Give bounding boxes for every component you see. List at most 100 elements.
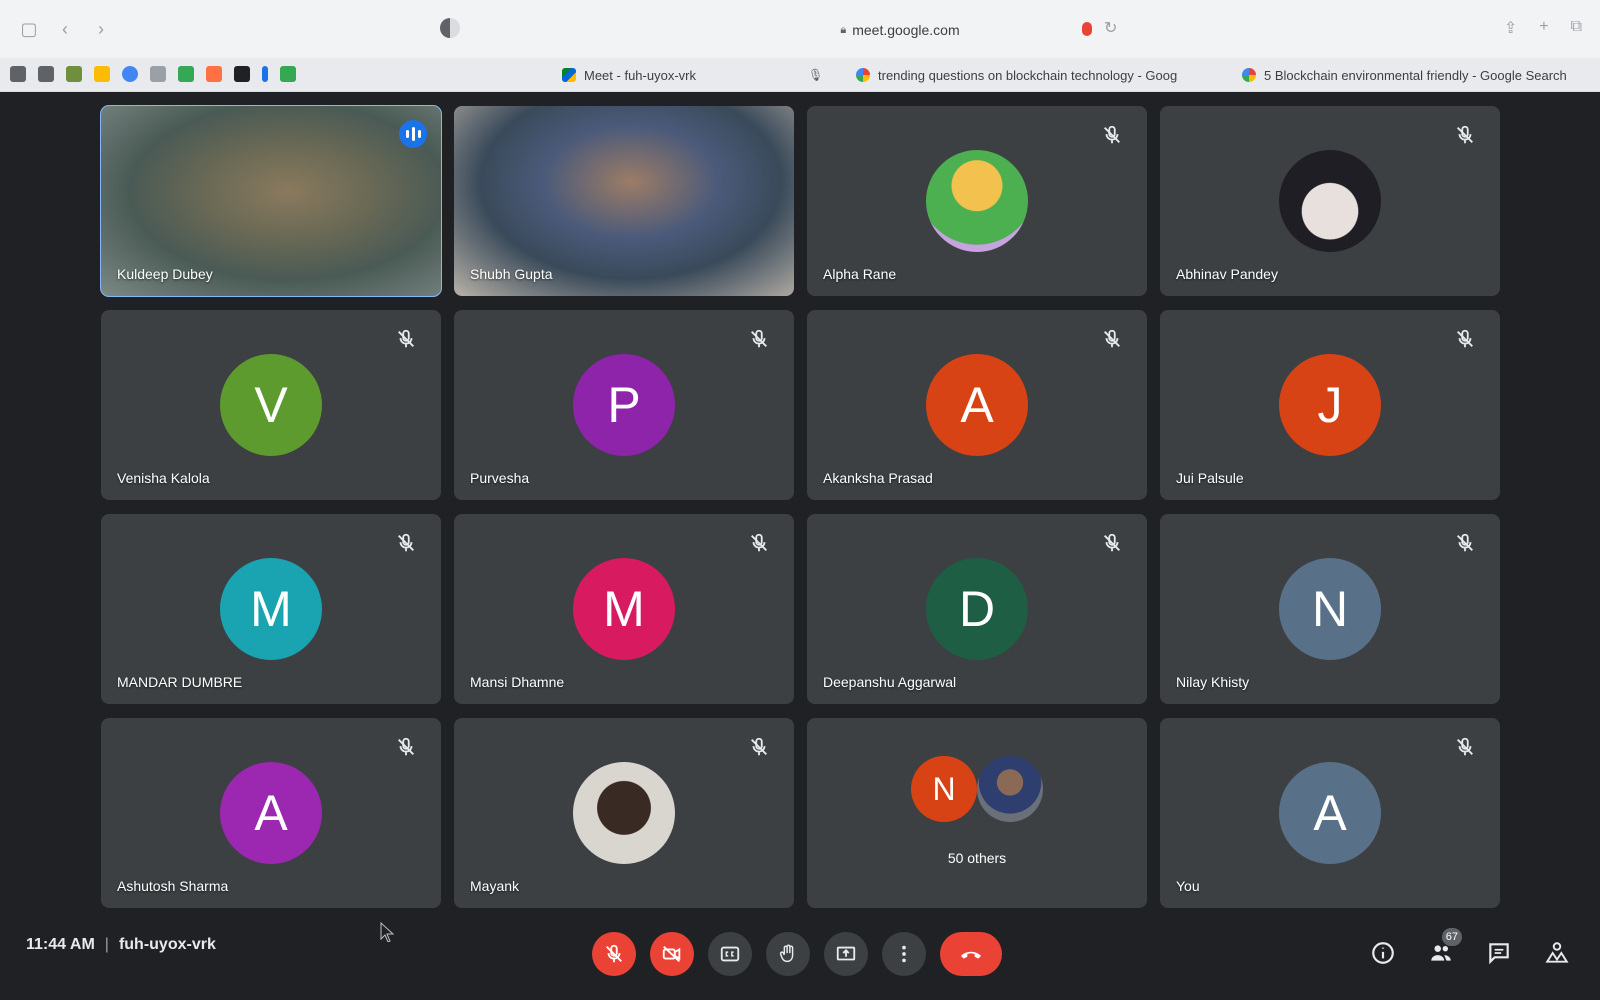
initial-avatar: P — [573, 354, 675, 456]
toggle-microphone-button[interactable] — [592, 932, 636, 976]
meeting-time: 11:44 AM — [26, 936, 95, 953]
initial-avatar: N — [1279, 558, 1381, 660]
present-screen-button[interactable] — [824, 932, 868, 976]
pinned-tab-icon[interactable] — [122, 66, 138, 82]
others-avatars: N — [911, 756, 1043, 822]
mic-muted-icon — [398, 329, 414, 348]
window-nav: ▢ ‹ › — [18, 18, 112, 40]
back-icon[interactable]: ‹ — [54, 18, 76, 40]
pinned-tab-icon[interactable] — [280, 66, 296, 82]
tab-search-blockchain[interactable]: trending questions on blockchain technol… — [856, 64, 1178, 86]
mic-muted-icon — [751, 329, 767, 348]
pinned-tab-icon[interactable] — [234, 66, 250, 82]
participant-tile[interactable]: P Purvesha — [454, 310, 794, 500]
participant-tile[interactable]: A Akanksha Prasad — [807, 310, 1147, 500]
profile-photo — [573, 762, 675, 864]
pinned-tab-icon[interactable] — [94, 66, 110, 82]
people-button[interactable]: 67 — [1426, 928, 1462, 968]
reload-icon[interactable]: ↻ — [1104, 18, 1117, 38]
tab-bar: Meet - fuh-uyox-vrk 🎙︎ trending question… — [0, 58, 1600, 92]
profile-photo — [926, 150, 1028, 252]
meeting-info-separator: | — [104, 936, 109, 953]
self-tile[interactable]: A You — [1160, 718, 1500, 908]
initial-avatar: M — [220, 558, 322, 660]
initial-avatar: A — [220, 762, 322, 864]
toggle-camera-button[interactable] — [650, 932, 694, 976]
meet-stage: Kuldeep Dubey Shubh Gupta Alpha Rane Abh… — [0, 92, 1600, 1000]
participant-tile[interactable]: Alpha Rane — [807, 106, 1147, 296]
meeting-details-button[interactable] — [1368, 938, 1398, 968]
participant-tile[interactable]: J Jui Palsule — [1160, 310, 1500, 500]
tab-meet[interactable]: Meet - fuh-uyox-vrk — [562, 64, 762, 86]
participant-tile[interactable]: M MANDAR DUMBRE — [101, 514, 441, 704]
meeting-info: 11:44 AM | fuh-uyox-vrk — [26, 936, 216, 954]
hand-icon — [779, 944, 794, 963]
profile-photo — [1279, 150, 1381, 252]
tab-search-environment[interactable]: 5 Blockchain environmental friendly - Go… — [1242, 64, 1572, 86]
pinned-tab-icon[interactable] — [150, 66, 166, 82]
participant-tile[interactable]: V Venisha Kalola — [101, 310, 441, 500]
mic-muted-icon — [751, 533, 767, 552]
participant-tile[interactable]: D Deepanshu Aggarwal — [807, 514, 1147, 704]
forward-icon[interactable]: › — [90, 18, 112, 40]
mic-muted-icon — [1457, 737, 1473, 756]
initial-avatar: N — [911, 756, 977, 822]
pinned-tab-icon[interactable] — [206, 66, 222, 82]
meeting-controls-bar: 11:44 AM | fuh-uyox-vrk 67 — [0, 910, 1600, 1000]
mic-muted-icon — [1457, 125, 1473, 144]
participant-tile[interactable]: N Nilay Khisty — [1160, 514, 1500, 704]
participant-name: Mayank — [470, 878, 520, 894]
participant-tile[interactable]: A Ashutosh Sharma — [101, 718, 441, 908]
google-icon — [856, 68, 870, 82]
google-icon — [1242, 68, 1256, 82]
initial-avatar: J — [1279, 354, 1381, 456]
participant-tile[interactable]: Abhinav Pandey — [1160, 106, 1500, 296]
pinned-tab-icon[interactable] — [38, 66, 54, 82]
participant-name: You — [1176, 878, 1200, 894]
participant-name: Mansi Dhamne — [470, 674, 565, 690]
browser-actions: ⇪ + ⧉ — [1504, 18, 1582, 38]
participant-tile[interactable]: Shubh Gupta — [454, 106, 794, 296]
others-tile[interactable]: N 50 others — [807, 718, 1147, 908]
chat-icon — [1489, 943, 1509, 965]
more-options-button[interactable] — [882, 932, 926, 976]
participant-name: Alpha Rane — [823, 266, 897, 282]
google-meet-icon — [562, 68, 576, 82]
initial-avatar: V — [220, 354, 322, 456]
mouse-cursor-icon — [380, 922, 394, 942]
call-controls — [592, 932, 1002, 976]
participant-name: Kuldeep Dubey — [117, 266, 213, 282]
participant-tile[interactable]: Mayank — [454, 718, 794, 908]
participant-name: Venisha Kalola — [117, 470, 210, 486]
initial-avatar: A — [926, 354, 1028, 456]
raise-hand-button[interactable] — [766, 932, 810, 976]
chat-button[interactable] — [1484, 938, 1514, 968]
tab-overview-icon[interactable]: ⧉ — [1571, 18, 1582, 38]
activities-icon — [1545, 942, 1569, 963]
tab-audio-indicator[interactable]: 🎙︎ — [808, 64, 828, 86]
participant-name: Abhinav Pandey — [1176, 266, 1278, 282]
pinned-tab-icon[interactable] — [262, 66, 268, 82]
activities-button[interactable] — [1542, 938, 1572, 968]
hang-up-icon — [960, 951, 982, 959]
privacy-shield-icon[interactable] — [440, 18, 460, 38]
mic-muted-icon — [1104, 329, 1120, 348]
participant-tile[interactable]: Kuldeep Dubey — [100, 105, 442, 297]
sidebar-toggle-icon[interactable]: ▢ — [18, 18, 40, 40]
lock-icon: 🔒︎ — [840, 23, 847, 36]
address-bar[interactable]: 🔒︎ meet.google.com — [700, 18, 1100, 42]
present-icon — [836, 946, 856, 961]
microphone-in-use-icon[interactable] — [1082, 22, 1092, 36]
participant-name: Ashutosh Sharma — [117, 878, 229, 894]
pinned-tab-icon[interactable] — [66, 66, 82, 82]
new-tab-icon[interactable]: + — [1539, 18, 1548, 38]
leave-call-button[interactable] — [940, 932, 1002, 976]
pinned-tab-icon[interactable] — [10, 66, 26, 82]
participant-tile[interactable]: M Mansi Dhamne — [454, 514, 794, 704]
captions-button[interactable] — [708, 932, 752, 976]
mic-muted-icon — [751, 737, 767, 756]
pinned-tab-icon[interactable] — [178, 66, 194, 82]
participant-name: Nilay Khisty — [1176, 674, 1250, 690]
share-icon[interactable]: ⇪ — [1504, 18, 1517, 38]
camera-off-icon — [662, 945, 681, 963]
